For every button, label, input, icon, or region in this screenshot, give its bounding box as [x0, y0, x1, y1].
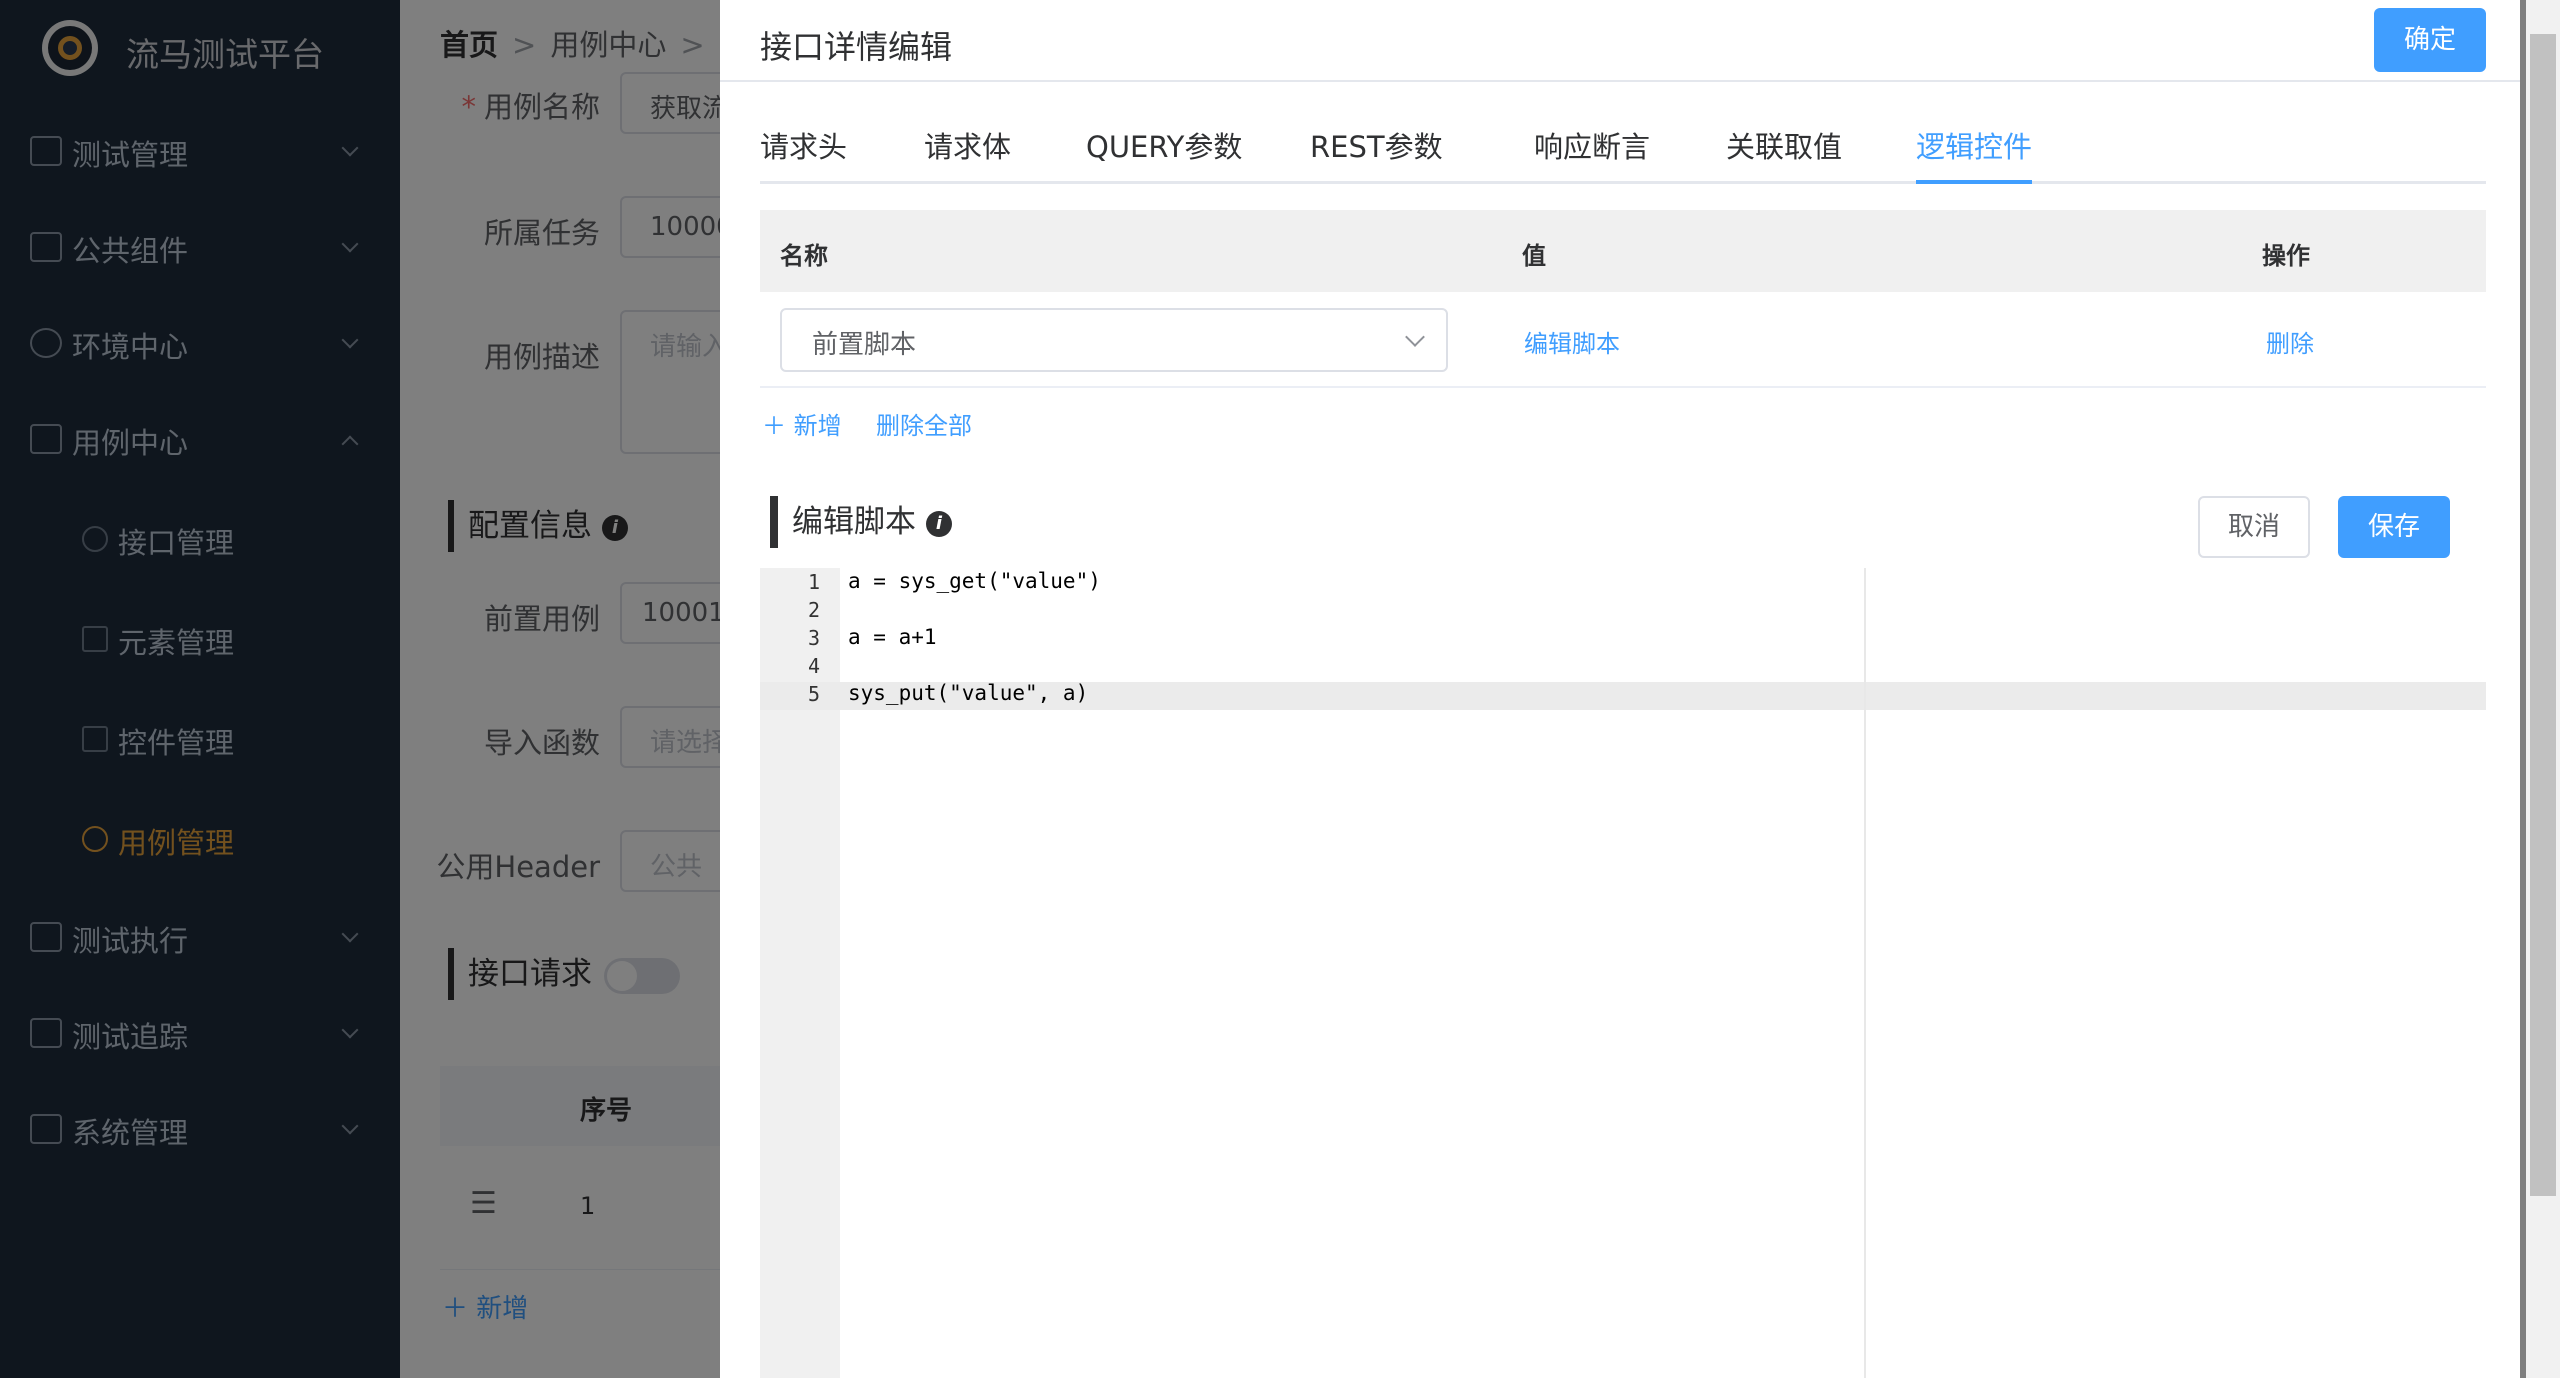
delete-all-link[interactable]: 删除全部: [876, 406, 972, 441]
plus-icon: ＋: [762, 412, 786, 440]
api-detail-drawer: 接口详情编辑 确定 请求头 请求体 QUERY参数 REST参数 响应断言 关联…: [720, 0, 2520, 1378]
chevron-down-icon: [1405, 327, 1425, 347]
code-line: sys_put("value", a): [848, 681, 1089, 705]
tab-request-body[interactable]: 请求体: [924, 124, 1011, 184]
code-line: a = sys_get("value"): [848, 569, 1101, 593]
code-line: a = a+1: [848, 625, 937, 649]
code-editor[interactable]: 1 2 3 4 5 a = sys_get("value") a = a+1 s…: [760, 568, 2486, 1378]
line-number: 1: [807, 570, 820, 594]
logic-type-select[interactable]: 前置脚本: [780, 308, 1448, 372]
line-number: 5: [807, 682, 820, 706]
action-column-header: 操作: [2262, 242, 2310, 270]
tab-request-headers[interactable]: 请求头: [760, 124, 847, 184]
page-scrollbar[interactable]: [2526, 0, 2560, 1378]
table-row: 前置脚本 编辑脚本 删除: [760, 292, 2486, 388]
drawer-header: 接口详情编辑 确定: [720, 0, 2520, 82]
drawer-title: 接口详情编辑: [760, 28, 953, 66]
tab-logic-controls[interactable]: 逻辑控件: [1916, 124, 2033, 184]
tab-rest-params[interactable]: REST参数: [1310, 124, 1443, 184]
editor-print-margin: [1864, 568, 1866, 1378]
line-number: 4: [807, 654, 820, 678]
logic-type-value: 前置脚本: [812, 330, 917, 360]
edit-script-link[interactable]: 编辑脚本: [1524, 324, 1620, 359]
edit-script-title: 编辑脚本 i: [770, 496, 952, 548]
delete-row-link[interactable]: 删除: [2266, 324, 2314, 359]
tab-query-params[interactable]: QUERY参数: [1086, 124, 1242, 184]
add-logic-link[interactable]: ＋ 新增: [762, 406, 842, 441]
tab-correlation[interactable]: 关联取值: [1726, 124, 1842, 184]
cancel-button[interactable]: 取消: [2198, 496, 2310, 558]
tabs: 请求头 请求体 QUERY参数 REST参数 响应断言 关联取值 逻辑控件: [760, 112, 2486, 184]
line-number: 3: [807, 626, 820, 650]
logic-table-header: 名称 值 操作: [760, 210, 2486, 292]
confirm-button[interactable]: 确定: [2374, 8, 2486, 72]
value-column-header: 值: [1522, 242, 1546, 270]
info-icon: i: [926, 510, 952, 537]
name-column-header: 名称: [780, 242, 828, 270]
save-button[interactable]: 保存: [2338, 496, 2450, 558]
scrollbar-thumb[interactable]: [2530, 34, 2556, 1196]
line-number: 2: [807, 598, 820, 622]
tab-response-assertion[interactable]: 响应断言: [1534, 124, 1650, 184]
